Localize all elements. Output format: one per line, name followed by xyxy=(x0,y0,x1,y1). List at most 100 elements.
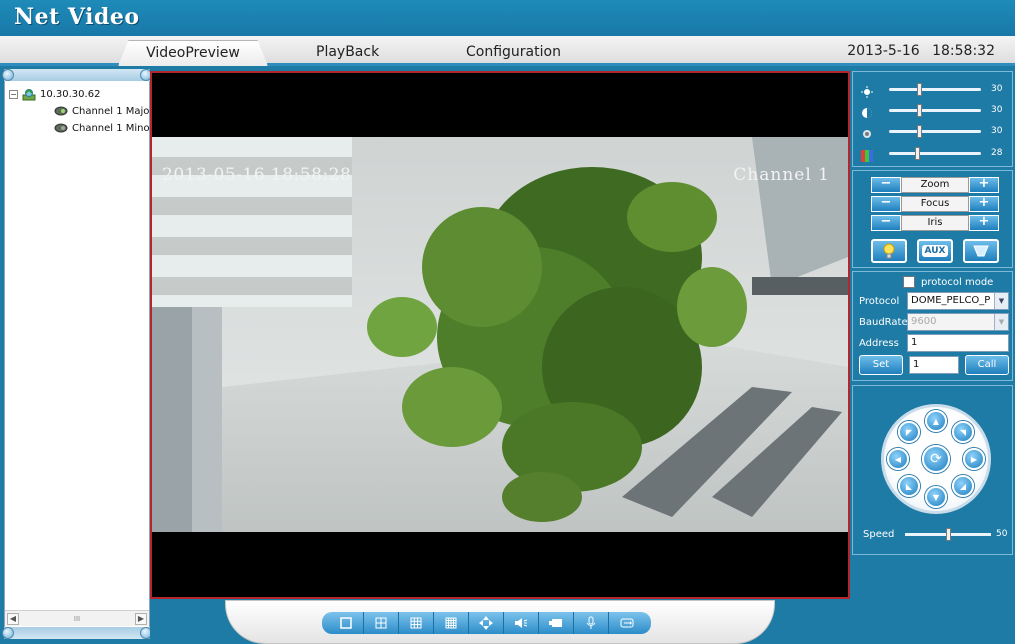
bottom-bar xyxy=(150,600,850,644)
brightness-track[interactable] xyxy=(889,82,981,96)
iris-open-button[interactable]: + xyxy=(969,215,999,231)
view-toolbar xyxy=(322,612,651,634)
light-bulb-icon xyxy=(883,243,895,259)
collapse-icon[interactable]: − xyxy=(9,90,18,99)
light-button[interactable] xyxy=(871,239,907,263)
slider-thumb[interactable] xyxy=(946,527,951,541)
brightness-value: 30 xyxy=(991,84,1003,94)
protocol-value: DOME_PELCO_P xyxy=(911,295,991,306)
slider-thumb[interactable] xyxy=(917,82,922,96)
slider-thumb[interactable] xyxy=(915,146,920,160)
zoom-in-button[interactable]: + xyxy=(969,177,999,193)
chevron-down-icon[interactable]: ▼ xyxy=(994,293,1008,309)
zoom-label: Zoom xyxy=(901,177,969,193)
baudrate-select: 9600 ▼ xyxy=(907,313,1009,331)
contrast-icon xyxy=(861,104,873,118)
tree-footer xyxy=(2,627,152,639)
pan-down-icon[interactable]: ▼ xyxy=(925,486,947,508)
slider-thumb[interactable] xyxy=(917,103,922,117)
pan-right-icon[interactable]: ▶ xyxy=(963,448,985,470)
datetime: 2013-5-16 18:58:32 xyxy=(839,43,995,59)
speed-track[interactable] xyxy=(905,527,991,541)
zoom-out-button[interactable]: − xyxy=(871,177,901,193)
baudrate-row: BaudRate 9600 ▼ xyxy=(859,313,1009,331)
set-preset-button[interactable]: Set xyxy=(859,355,903,375)
iris-close-button[interactable]: − xyxy=(871,215,901,231)
contrast-track[interactable] xyxy=(889,103,981,117)
slider-thumb[interactable] xyxy=(917,124,922,138)
video-viewport[interactable]: 2013-05-16 18:58:28 Channel 1 xyxy=(150,71,850,599)
tree-channel-item[interactable]: Channel 1 Minoi xyxy=(9,120,152,137)
tree-channel-item[interactable]: Channel 1 Majo xyxy=(9,103,152,120)
device-tree: − 10.30.30.62 Channel 1 Majo Channel 1 M… xyxy=(9,86,152,137)
focus-far-button[interactable]: + xyxy=(969,196,999,212)
app-title: Net Video xyxy=(14,4,140,30)
horizontal-scrollbar[interactable]: ◀ III ▶ xyxy=(5,610,149,626)
pan-up-icon[interactable]: ▲ xyxy=(925,410,947,432)
address-input[interactable]: 1 xyxy=(907,334,1009,352)
contrast-value: 30 xyxy=(991,105,1003,115)
call-preset-button[interactable]: Call xyxy=(965,355,1009,375)
aux-label: AUX xyxy=(921,245,949,257)
hue-slider[interactable]: 28 xyxy=(861,144,1011,162)
scroll-grip[interactable]: III xyxy=(74,615,80,623)
switch-icon[interactable] xyxy=(609,612,651,634)
iris-control: − Iris + xyxy=(871,215,999,231)
protocol-mode-option[interactable]: protocol mode xyxy=(903,276,993,288)
single-view-icon[interactable] xyxy=(322,612,364,634)
tree-device-node[interactable]: − 10.30.30.62 xyxy=(9,86,152,103)
speed-slider[interactable]: Speed 50 xyxy=(863,526,1011,542)
zoom-control: − Zoom + xyxy=(871,177,999,193)
fullscreen-icon[interactable] xyxy=(539,612,574,634)
address-label: Address xyxy=(859,337,899,349)
channel-label: Channel 1 Majo xyxy=(72,106,150,117)
ptz-move-icon[interactable] xyxy=(469,612,504,634)
hue-track[interactable] xyxy=(889,146,981,160)
pan-up-left-icon[interactable]: ◤ xyxy=(898,421,920,443)
scroll-left-icon[interactable]: ◀ xyxy=(7,612,19,625)
brightness-icon xyxy=(861,83,873,98)
microphone-icon[interactable] xyxy=(574,612,609,634)
protocol-panel: protocol mode Protocol DOME_PELCO_P ▼ Ba… xyxy=(852,271,1013,381)
hue-value: 28 xyxy=(991,148,1003,158)
tab-configuration[interactable]: Configuration xyxy=(466,44,561,60)
wiper-button[interactable] xyxy=(963,239,999,263)
hue-icon xyxy=(861,147,873,162)
pan-down-left-icon[interactable]: ◣ xyxy=(898,475,920,497)
lens-control-panel: − Zoom + − Focus + − Iris + AUX xyxy=(852,170,1013,268)
tab-playback[interactable]: PlayBack xyxy=(316,44,379,60)
contrast-slider[interactable]: 30 xyxy=(861,101,1011,119)
focus-label: Focus xyxy=(901,196,969,212)
pan-left-icon[interactable]: ◀ xyxy=(887,448,909,470)
sixteen-view-icon[interactable] xyxy=(434,612,469,634)
wiper-icon xyxy=(973,245,989,257)
focus-control: − Focus + xyxy=(871,196,999,212)
ptz-direction-panel: ▲ ▼ ◀ ▶ ◤ ◥ ◣ ◢ ⟳ Speed 50 xyxy=(852,385,1013,555)
quad-view-icon[interactable] xyxy=(364,612,399,634)
audio-icon[interactable] xyxy=(504,612,539,634)
protocol-mode-label: protocol mode xyxy=(921,276,994,288)
tree-header xyxy=(2,69,152,81)
pan-up-right-icon[interactable]: ◥ xyxy=(952,421,974,443)
saturation-track[interactable] xyxy=(889,124,981,138)
protocol-label: Protocol xyxy=(859,295,900,307)
nine-view-icon[interactable] xyxy=(399,612,434,634)
scroll-right-icon[interactable]: ▶ xyxy=(134,612,147,625)
aux-button[interactable]: AUX xyxy=(917,239,953,263)
tab-videopreview[interactable]: VideoPreview xyxy=(118,40,268,66)
preset-number-input[interactable]: 1 xyxy=(909,356,959,374)
channel-label: Channel 1 Minoi xyxy=(72,123,153,134)
brightness-slider[interactable]: 30 xyxy=(861,80,1011,98)
preset-row: Set 1 Call xyxy=(859,355,1009,375)
focus-near-button[interactable]: − xyxy=(871,196,901,212)
pan-down-right-icon[interactable]: ◢ xyxy=(952,475,974,497)
panel-knob-icon xyxy=(2,627,14,639)
saturation-slider[interactable]: 30 xyxy=(861,122,1011,140)
speed-value: 50 xyxy=(996,529,1008,539)
iris-label: Iris xyxy=(901,215,969,231)
saturation-icon xyxy=(861,125,873,138)
baudrate-value: 9600 xyxy=(911,316,937,327)
protocol-select[interactable]: DOME_PELCO_P ▼ xyxy=(907,292,1009,310)
auto-scan-icon[interactable]: ⟳ xyxy=(922,445,950,473)
protocol-mode-checkbox[interactable] xyxy=(903,276,915,288)
